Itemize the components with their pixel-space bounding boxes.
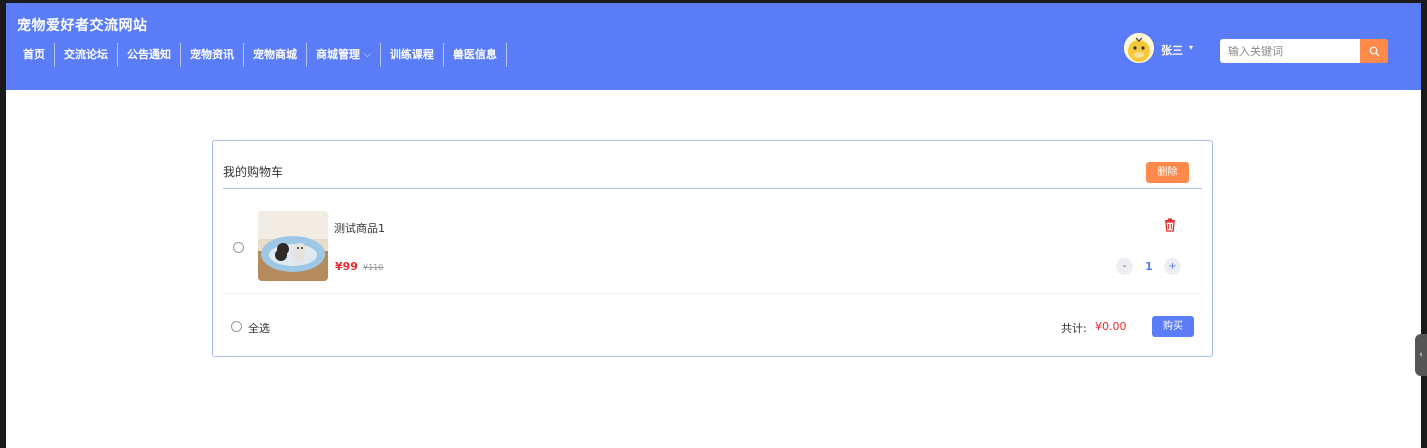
search-input[interactable] bbox=[1220, 39, 1360, 63]
main-nav: 首页 交流论坛 公告通知 宠物资讯 宠物商城 商城管理 ⌵ 训练课程 兽医信息 bbox=[16, 43, 507, 67]
product-photo-dogs-in-bed bbox=[258, 211, 328, 281]
product-name[interactable]: 测试商品1 bbox=[334, 220, 385, 236]
quantity-decrease-button[interactable]: - bbox=[1116, 258, 1133, 275]
select-all-radio[interactable] bbox=[231, 321, 242, 332]
nav-training[interactable]: 训练课程 bbox=[381, 43, 444, 67]
trash-glyph bbox=[1165, 218, 1175, 232]
item-select-radio[interactable] bbox=[233, 242, 244, 253]
buy-button[interactable]: 购买 bbox=[1152, 316, 1194, 337]
search-button[interactable] bbox=[1360, 39, 1388, 63]
delete-button[interactable]: 删除 bbox=[1146, 162, 1189, 183]
browser-viewport: 宠物爱好者交流网站 首页 交流论坛 公告通知 宠物资讯 宠物商城 商城管理 ⌵ … bbox=[6, 3, 1421, 448]
side-panel-toggle[interactable]: ‹ bbox=[1415, 334, 1427, 376]
nav-notices[interactable]: 公告通知 bbox=[118, 43, 181, 67]
cart-card: 我的购物车 删除 测试商品1 ¥99 ¥110 - 1 + 全选 共计: ¥0.… bbox=[212, 140, 1213, 357]
avatar-duck-icon bbox=[1124, 33, 1154, 63]
user-menu-caret-icon[interactable]: ▾ bbox=[1189, 43, 1193, 52]
total-label: 共计: bbox=[1061, 322, 1087, 335]
chevron-down-icon: ⌵ bbox=[364, 50, 371, 60]
nav-forum[interactable]: 交流论坛 bbox=[55, 43, 118, 67]
nav-pet-news[interactable]: 宠物资讯 bbox=[181, 43, 244, 67]
user-name[interactable]: 张三 bbox=[1161, 42, 1183, 58]
nav-shop-admin[interactable]: 商城管理 ⌵ bbox=[307, 43, 381, 67]
nav-home[interactable]: 首页 bbox=[16, 43, 55, 67]
total-value: ¥0.00 bbox=[1095, 320, 1127, 333]
nav-shop-admin-label: 商城管理 bbox=[316, 48, 360, 61]
nav-pet-shop[interactable]: 宠物商城 bbox=[244, 43, 307, 67]
divider bbox=[223, 188, 1202, 189]
product-price: ¥99 bbox=[335, 260, 358, 273]
avatar[interactable] bbox=[1124, 33, 1154, 63]
select-all-label[interactable]: 全选 bbox=[248, 320, 270, 336]
search-icon bbox=[1369, 46, 1379, 56]
quantity-increase-button[interactable]: + bbox=[1164, 258, 1181, 275]
site-header: 宠物爱好者交流网站 首页 交流论坛 公告通知 宠物资讯 宠物商城 商城管理 ⌵ … bbox=[6, 3, 1421, 90]
nav-vet-info[interactable]: 兽医信息 bbox=[444, 43, 507, 67]
divider bbox=[223, 293, 1202, 294]
quantity-value: 1 bbox=[1145, 260, 1153, 273]
cart-title: 我的购物车 bbox=[223, 165, 284, 179]
trash-icon[interactable] bbox=[1164, 217, 1176, 232]
chevron-left-icon: ‹ bbox=[1419, 350, 1423, 360]
site-title: 宠物爱好者交流网站 bbox=[17, 18, 148, 34]
product-original-price: ¥110 bbox=[363, 263, 384, 272]
product-image[interactable] bbox=[258, 211, 328, 281]
